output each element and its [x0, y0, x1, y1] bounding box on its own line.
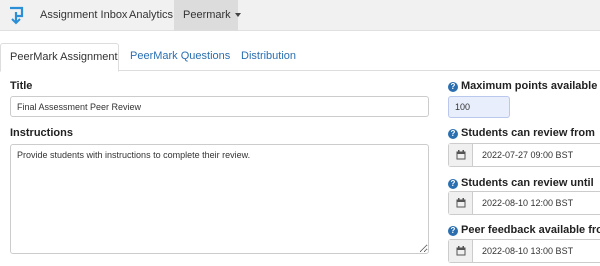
calendar-icon: [456, 150, 466, 160]
review-until-label: ? Students can review until: [448, 177, 594, 189]
calendar-button[interactable]: [449, 144, 473, 166]
review-from-value: 2022-07-27 09:00 BST: [482, 150, 574, 160]
review-from-field[interactable]: 2022-07-27 09:00 BST: [448, 143, 600, 167]
max-points-label: ? Maximum points available: [448, 80, 597, 92]
nav-peermark-dropdown[interactable]: Peermark: [174, 0, 241, 31]
tab-bar: PeerMark Assignment PeerMark Questions D…: [0, 43, 600, 72]
review-from-label: ? Students can review from: [448, 127, 595, 139]
help-icon[interactable]: ?: [448, 179, 458, 189]
feedback-from-label-text: Peer feedback available from: [461, 224, 600, 236]
feedback-from-label: ? Peer feedback available from: [448, 224, 600, 236]
top-nav: Assignment Inbox Analytics Peermark: [0, 0, 600, 31]
review-until-value: 2022-08-10 12:00 BST: [482, 198, 574, 208]
help-icon[interactable]: ?: [448, 82, 458, 92]
turnitin-logo-icon[interactable]: [6, 5, 26, 25]
title-field[interactable]: [10, 96, 429, 117]
chevron-down-icon: [234, 13, 241, 18]
help-icon[interactable]: ?: [448, 129, 458, 139]
calendar-icon: [456, 246, 466, 256]
nav-peermark-label: Peermark: [183, 9, 231, 21]
review-until-label-text: Students can review until: [461, 177, 594, 189]
feedback-from-field[interactable]: 2022-08-10 13:00 BST: [448, 239, 600, 263]
feedback-from-value: 2022-08-10 13:00 BST: [482, 246, 574, 256]
review-from-label-text: Students can review from: [461, 127, 595, 139]
calendar-icon: [456, 198, 466, 208]
max-points-field[interactable]: [448, 96, 510, 118]
instructions-field[interactable]: Provide students with instructions to co…: [10, 144, 429, 254]
nav-analytics[interactable]: Analytics: [120, 0, 182, 31]
calendar-button[interactable]: [449, 192, 473, 214]
tab-peermark-assignment[interactable]: PeerMark Assignment: [0, 43, 119, 72]
tab-distribution[interactable]: Distribution: [232, 43, 305, 72]
calendar-button[interactable]: [449, 240, 473, 262]
title-label: Title: [10, 80, 33, 92]
max-points-label-text: Maximum points available: [461, 80, 598, 92]
tab-peermark-questions[interactable]: PeerMark Questions: [121, 43, 239, 72]
review-until-field[interactable]: 2022-08-10 12:00 BST: [448, 191, 600, 215]
instructions-label: Instructions: [10, 127, 73, 139]
help-icon[interactable]: ?: [448, 226, 458, 236]
